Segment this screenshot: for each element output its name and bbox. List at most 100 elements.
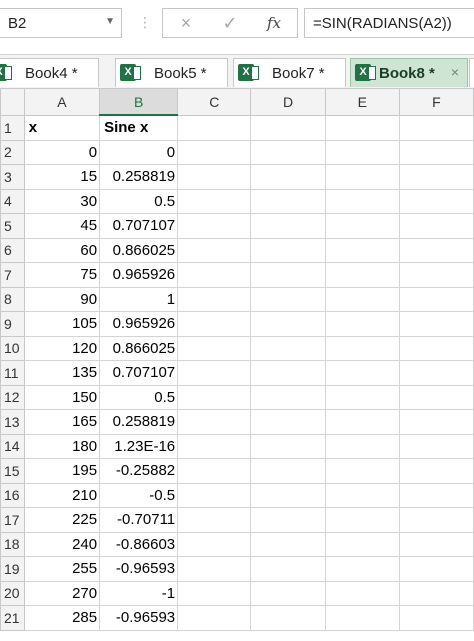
- row-header[interactable]: 16: [0, 482, 25, 508]
- cell-e[interactable]: [324, 311, 400, 337]
- cell-e[interactable]: [324, 360, 400, 386]
- column-header-e[interactable]: E: [324, 88, 400, 116]
- cell-f[interactable]: [398, 360, 474, 386]
- cell-b[interactable]: 0.707107: [99, 213, 179, 239]
- cell-f[interactable]: [398, 409, 474, 435]
- cell-d[interactable]: [250, 458, 326, 484]
- cell-e[interactable]: [324, 482, 400, 508]
- column-header-d[interactable]: D: [250, 88, 326, 116]
- cell-f[interactable]: [398, 580, 474, 606]
- cell-f[interactable]: [398, 262, 474, 288]
- cell-c[interactable]: [177, 580, 252, 606]
- cell-d[interactable]: [250, 507, 326, 533]
- row-header[interactable]: 21: [0, 605, 25, 631]
- cell-e[interactable]: [324, 139, 400, 165]
- cell-a[interactable]: 255: [23, 556, 101, 582]
- cell-c[interactable]: [177, 262, 252, 288]
- cell-c[interactable]: [177, 139, 252, 165]
- cell-d[interactable]: [250, 409, 326, 435]
- cell-d[interactable]: [250, 286, 326, 312]
- cell-c[interactable]: [177, 482, 252, 508]
- cell-d[interactable]: [250, 335, 326, 361]
- cell-d[interactable]: [250, 262, 326, 288]
- cell-f[interactable]: [398, 335, 474, 361]
- cell-a[interactable]: 75: [23, 262, 101, 288]
- column-header-c[interactable]: C: [177, 88, 252, 116]
- cell-a[interactable]: 165: [23, 409, 101, 435]
- name-box[interactable]: B2 ▼: [0, 8, 122, 38]
- cell-f[interactable]: [398, 556, 474, 582]
- cell-e[interactable]: [324, 409, 400, 435]
- cell-b[interactable]: -1: [99, 580, 179, 606]
- cell-f[interactable]: [398, 458, 474, 484]
- cell-e[interactable]: [324, 237, 400, 263]
- vertical-dots-icon[interactable]: ⋮: [138, 14, 152, 31]
- cell-e[interactable]: [324, 580, 400, 606]
- row-header[interactable]: 11: [0, 360, 25, 386]
- cell-c[interactable]: [177, 311, 252, 337]
- row-header[interactable]: 10: [0, 335, 25, 361]
- cell-e[interactable]: [324, 286, 400, 312]
- cell-c[interactable]: [177, 164, 252, 190]
- cell-c[interactable]: [177, 335, 252, 361]
- cell-f[interactable]: [398, 507, 474, 533]
- cell-d[interactable]: [250, 433, 326, 459]
- cell-c[interactable]: [177, 458, 252, 484]
- row-header[interactable]: 5: [0, 213, 25, 239]
- cell-d[interactable]: [250, 164, 326, 190]
- cell-c[interactable]: [177, 556, 252, 582]
- row-header[interactable]: 12: [0, 384, 25, 410]
- cell-a[interactable]: 150: [23, 384, 101, 410]
- cancel-button[interactable]: ×: [171, 11, 201, 35]
- tab-overflow[interactable]: [469, 58, 474, 87]
- cell-c[interactable]: [177, 605, 252, 631]
- cell-e[interactable]: [324, 213, 400, 239]
- cell-f[interactable]: [398, 237, 474, 263]
- cell-b[interactable]: 0.866025: [99, 237, 179, 263]
- cell-b[interactable]: Sine x: [99, 114, 179, 141]
- cell-d[interactable]: [250, 139, 326, 165]
- select-all-corner[interactable]: [0, 88, 25, 116]
- row-header[interactable]: 1: [0, 114, 25, 141]
- row-header[interactable]: 9: [0, 311, 25, 337]
- cell-b[interactable]: 0.707107: [99, 360, 179, 386]
- cell-b[interactable]: 0.965926: [99, 262, 179, 288]
- cell-d[interactable]: [250, 482, 326, 508]
- cell-b[interactable]: 0.258819: [99, 409, 179, 435]
- cell-e[interactable]: [324, 458, 400, 484]
- row-header[interactable]: 20: [0, 580, 25, 606]
- cell-e[interactable]: [324, 335, 400, 361]
- cell-c[interactable]: [177, 188, 252, 214]
- cell-b[interactable]: -0.25882: [99, 458, 179, 484]
- cell-e[interactable]: [324, 556, 400, 582]
- cell-e[interactable]: [324, 433, 400, 459]
- row-header[interactable]: 15: [0, 458, 25, 484]
- cell-f[interactable]: [398, 384, 474, 410]
- row-header[interactable]: 3: [0, 164, 25, 190]
- cell-d[interactable]: [250, 213, 326, 239]
- cell-b[interactable]: 1: [99, 286, 179, 312]
- cell-c[interactable]: [177, 286, 252, 312]
- cell-e[interactable]: [324, 605, 400, 631]
- tab-book8[interactable]: X Book8 * ×: [350, 58, 468, 87]
- cell-b[interactable]: -0.96593: [99, 556, 179, 582]
- cell-a[interactable]: 30: [23, 188, 101, 214]
- cell-a[interactable]: x: [23, 114, 101, 141]
- cell-c[interactable]: [177, 384, 252, 410]
- cell-d[interactable]: [250, 114, 326, 141]
- cell-a[interactable]: 120: [23, 335, 101, 361]
- row-header[interactable]: 6: [0, 237, 25, 263]
- cell-d[interactable]: [250, 580, 326, 606]
- cell-a[interactable]: 60: [23, 237, 101, 263]
- row-header[interactable]: 18: [0, 531, 25, 557]
- cell-d[interactable]: [250, 384, 326, 410]
- insert-function-button[interactable]: fx: [259, 11, 289, 35]
- cell-e[interactable]: [324, 531, 400, 557]
- cell-d[interactable]: [250, 188, 326, 214]
- cell-a[interactable]: 90: [23, 286, 101, 312]
- cell-c[interactable]: [177, 531, 252, 557]
- cell-b[interactable]: 0.965926: [99, 311, 179, 337]
- row-header[interactable]: 4: [0, 188, 25, 214]
- column-header-a[interactable]: A: [23, 88, 101, 116]
- cell-f[interactable]: [398, 286, 474, 312]
